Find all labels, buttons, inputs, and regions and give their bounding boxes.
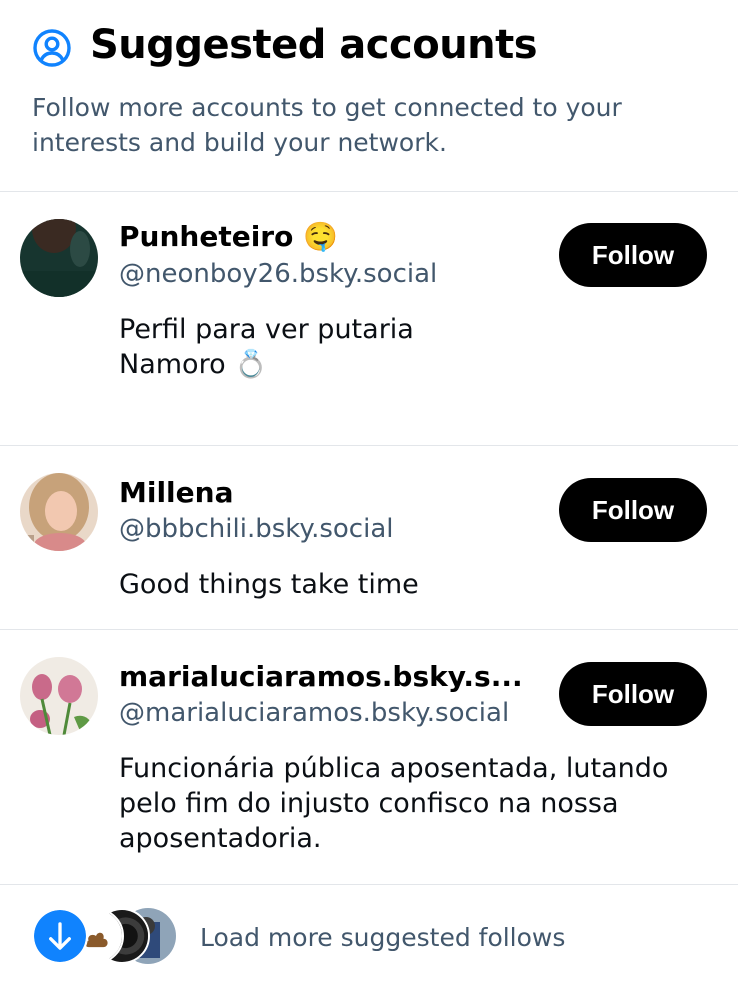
user-circle-icon — [33, 29, 71, 67]
avatar[interactable] — [20, 473, 98, 551]
suggested-accounts-header: Suggested accounts Follow more accounts … — [0, 0, 738, 192]
follow-button[interactable]: Follow — [559, 662, 707, 726]
avatar-stack — [32, 908, 182, 966]
page-title: Suggested accounts — [90, 22, 538, 68]
header-description-line: interests and build your network. — [32, 128, 447, 157]
bio-line: aposentadoria. — [119, 823, 322, 854]
account-handle[interactable]: @marialuciaramos.bsky.social — [119, 697, 509, 729]
bio-line: Perfil para ver putaria — [119, 314, 414, 345]
account-handle[interactable]: @neonboy26.bsky.social — [119, 258, 437, 290]
suggested-account-row[interactable]: Punheteiro 🤤 @neonboy26.bsky.social Foll… — [0, 192, 738, 446]
bio-line: pelo fim do injusto confisco na nossa — [119, 788, 619, 819]
load-more-suggested-follows[interactable]: Load more suggested follows — [0, 885, 738, 1000]
avatar[interactable] — [20, 219, 98, 297]
account-display-name[interactable]: marialuciaramos.bsky.s... — [119, 660, 523, 694]
bio-line: Funcionária pública aposentada, lutando — [119, 753, 669, 784]
account-bio: Good things take time — [119, 567, 719, 602]
account-bio: Funcionária pública aposentada, lutando … — [119, 751, 719, 856]
account-bio: Perfil para ver putaria Namoro 💍 — [119, 312, 719, 382]
suggested-account-row[interactable]: marialuciaramos.bsky.s... @marialuciaram… — [0, 630, 738, 885]
follow-button[interactable]: Follow — [559, 223, 707, 287]
account-handle[interactable]: @bbbchili.bsky.social — [119, 513, 393, 545]
account-display-name[interactable]: Punheteiro 🤤 — [119, 220, 338, 254]
avatar[interactable] — [20, 657, 98, 735]
load-more-label[interactable]: Load more suggested follows — [200, 923, 565, 952]
header-description-line: Follow more accounts to get connected to… — [32, 93, 622, 122]
account-display-name[interactable]: Millena — [119, 476, 233, 510]
arrow-down-icon[interactable] — [32, 908, 88, 964]
header-description: Follow more accounts to get connected to… — [32, 90, 712, 160]
follow-button[interactable]: Follow — [559, 478, 707, 542]
suggested-account-row[interactable]: Millena @bbbchili.bsky.social Follow Goo… — [0, 446, 738, 630]
bio-line: Good things take time — [119, 569, 419, 600]
bio-line: Namoro 💍 — [119, 349, 268, 380]
